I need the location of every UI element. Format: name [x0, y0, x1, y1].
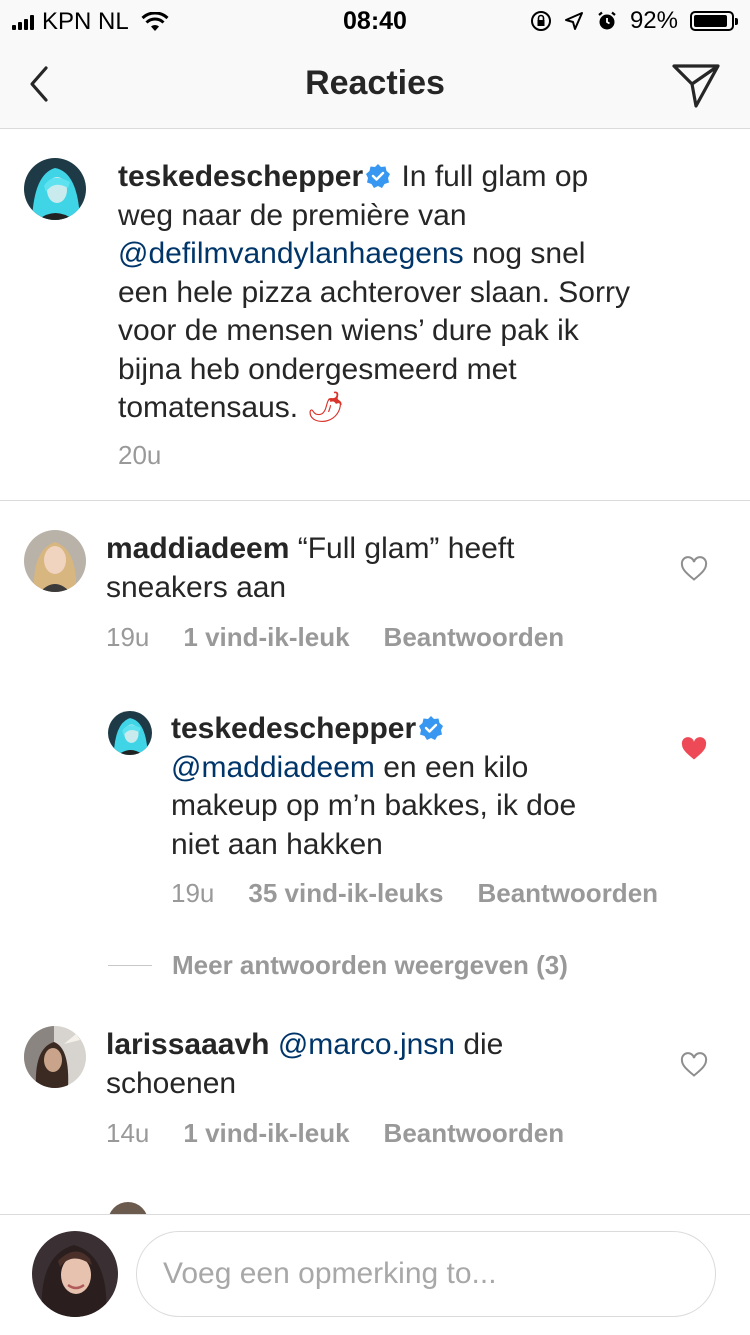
comment-meta: 19u 1 vind-ik-leuk Beantwoorden: [106, 622, 564, 653]
comment-input[interactable]: [136, 1231, 716, 1317]
reply-timestamp: 19u: [171, 878, 215, 908]
reply-button[interactable]: Beantwoorden: [384, 1118, 565, 1149]
reply-mention-link[interactable]: @maddiadeem: [171, 751, 375, 784]
comment-avatar-larissaaavh[interactable]: [24, 1026, 86, 1088]
reply-likes-link[interactable]: 35 vind-ik-leuks: [248, 878, 443, 909]
battery-percent: 92%: [629, 7, 678, 34]
reply-text: teskedeschepper @maddiadeem en een kilo m…: [171, 710, 631, 864]
comment-likes-link[interactable]: 1 vind-ik-leuk: [183, 1118, 349, 1149]
reply-meta: 19u 35 vind-ik-leuks Beantwoorden: [171, 878, 658, 909]
heart-outline-icon[interactable]: [680, 1052, 708, 1078]
comment-timestamp: 19u: [106, 622, 150, 652]
orientation-lock-icon: [530, 11, 551, 31]
reply-username[interactable]: teskedeschepper: [171, 712, 416, 745]
reply-button[interactable]: Beantwoorden: [477, 878, 658, 909]
status-bar: KPN NL 08:40 92%: [0, 0, 750, 40]
location-arrow-icon: [564, 12, 583, 30]
more-replies-line: [108, 965, 152, 966]
comment-avatar-maddiadeem[interactable]: [24, 530, 86, 592]
view-more-replies-button[interactable]: Meer antwoorden weergeven (3): [108, 950, 568, 981]
reply-avatar[interactable]: [108, 711, 152, 755]
verified-badge-icon: [419, 716, 444, 740]
caption-divider: [0, 500, 750, 501]
caption-meta: 20u: [118, 440, 161, 471]
caption-mention-link[interactable]: @defilmvandylanhaegens: [118, 237, 464, 270]
caption-text: teskedeschepper In full glam op weg naar…: [118, 158, 638, 428]
status-right: 92%: [530, 7, 738, 35]
comment-username[interactable]: larissaaavh: [106, 1028, 269, 1061]
comment-timestamp: 14u: [106, 1118, 150, 1148]
page-title: Reacties: [305, 64, 445, 102]
reply-button[interactable]: Beantwoorden: [384, 622, 565, 653]
comment-meta: 14u 1 vind-ik-leuk Beantwoorden: [106, 1118, 564, 1149]
caption-username[interactable]: teskedeschepper: [118, 160, 363, 193]
paper-plane-icon[interactable]: [670, 60, 722, 110]
header-bar: Reacties: [0, 40, 750, 129]
more-replies-label: Meer antwoorden weergeven (3): [172, 950, 568, 980]
comment-likes-link[interactable]: 1 vind-ik-leuk: [183, 622, 349, 653]
next-comment-avatar-peek: [108, 1202, 148, 1214]
verified-badge-icon: [366, 164, 391, 188]
comment-text-maddiadeem: maddiadeem “Full glam” heeft sneakers aa…: [106, 530, 626, 607]
caption-timestamp: 20u: [118, 440, 162, 470]
heart-filled-icon[interactable]: [680, 736, 708, 762]
heart-outline-icon[interactable]: [680, 556, 708, 582]
caption-avatar[interactable]: [24, 158, 86, 220]
comment-mention-link[interactable]: @marco.jnsn: [278, 1028, 455, 1061]
battery-icon: [690, 11, 738, 31]
current-user-avatar: [32, 1231, 118, 1317]
comment-text-larissaaavh: larissaaavh @marco.jnsn die schoenen: [106, 1026, 626, 1103]
alarm-icon: [598, 11, 616, 30]
battery-fill: [694, 15, 728, 27]
comment-username[interactable]: maddiadeem: [106, 532, 289, 565]
comment-composer: [0, 1214, 750, 1335]
chili-pepper-emoji: 🌶: [306, 391, 345, 424]
